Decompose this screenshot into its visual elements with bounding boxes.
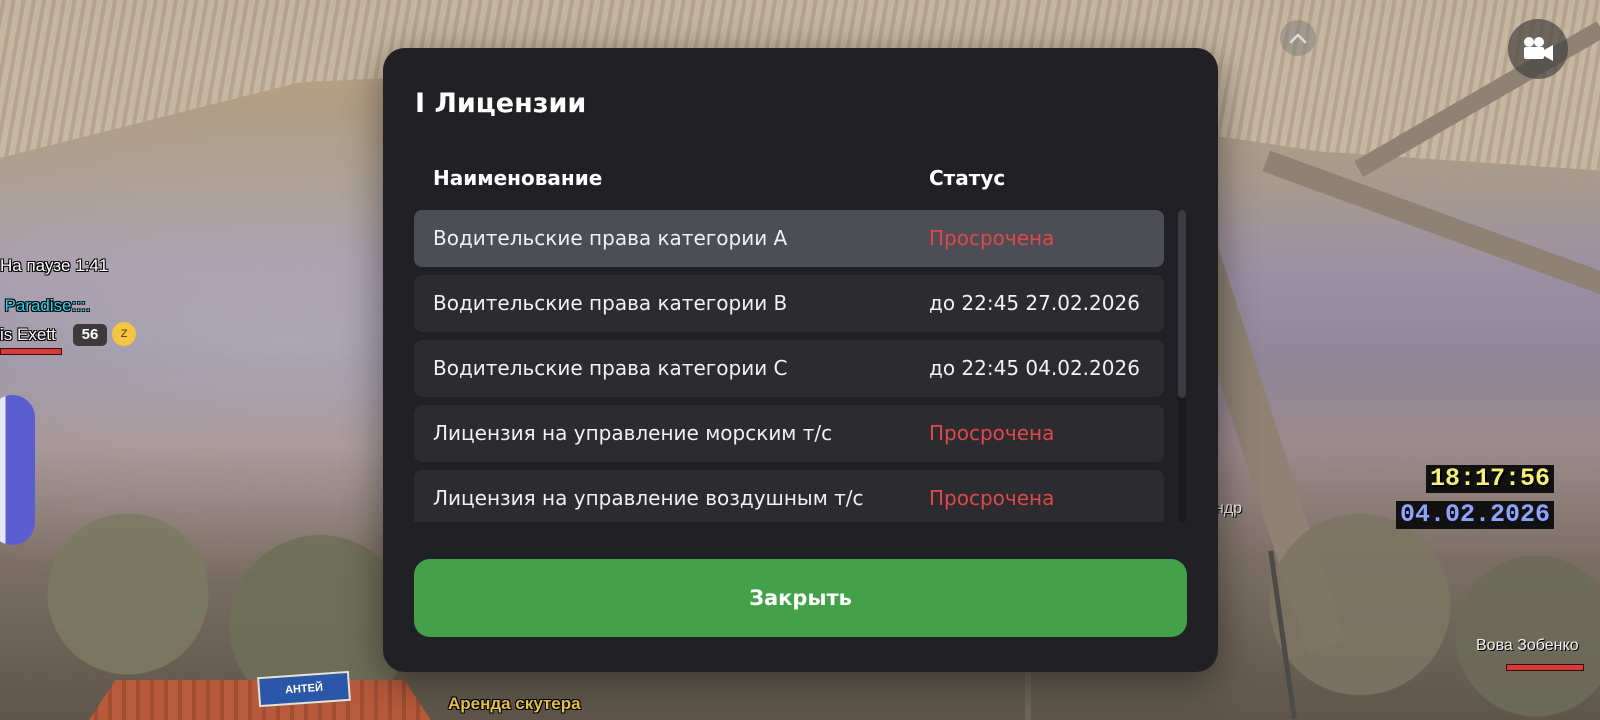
license-row[interactable]: Водительские права категории B до 22:45 … [414, 275, 1164, 332]
license-row[interactable]: Лицензия на управление морским т/с Проср… [414, 405, 1164, 462]
license-name: Лицензия на управление воздушным т/с [433, 486, 864, 510]
player-nametag: is Exett [0, 325, 56, 344]
player-character [0, 395, 35, 545]
license-name: Водительские права категории A [433, 226, 788, 250]
store-sign: АНТЕЙ [257, 670, 351, 708]
player-level-badge: 56 [73, 324, 107, 346]
rental-label: Аренда скутера [448, 694, 581, 713]
game-clock-date: 04.02.2026 [1395, 501, 1554, 529]
camera-button[interactable] [1508, 19, 1568, 79]
modal-title: I Лицензии [415, 88, 587, 119]
license-row[interactable]: Водительские права категории C до 22:45 … [414, 340, 1164, 397]
scrollbar-thumb[interactable] [1178, 210, 1186, 398]
chevron-up-icon [1289, 33, 1307, 44]
close-button[interactable]: Закрыть [414, 559, 1187, 637]
license-status: до 22:45 27.02.2026 [929, 291, 1140, 315]
license-list[interactable]: Водительские права категории A Просрочен… [414, 210, 1169, 522]
license-status: Просрочена [929, 486, 1055, 510]
nearby-player-nametag: Вова Зобенко [1476, 637, 1579, 654]
license-name: Водительские права категории C [433, 356, 788, 380]
roof-beam [1262, 150, 1600, 302]
player-clan: l Paradise:::. [0, 296, 91, 315]
column-header-name: Наименование [433, 166, 603, 190]
license-name: Водительские права категории B [433, 291, 788, 315]
licenses-modal: I Лицензии Наименование Статус Водительс… [383, 48, 1218, 672]
player-health-bar [0, 348, 62, 355]
nearby-player-health-bar [1506, 664, 1584, 671]
pause-status: На паузе 1:41 [0, 256, 109, 275]
license-status: до 22:45 04.02.2026 [929, 356, 1140, 380]
license-row[interactable]: Лицензия на управление воздушным т/с Про… [414, 470, 1164, 522]
license-status: Просрочена [929, 226, 1055, 250]
video-camera-icon [1524, 37, 1553, 61]
scroll-up-button[interactable] [1280, 20, 1316, 56]
partial-nametag: ндр [1215, 500, 1243, 517]
license-name: Лицензия на управление морским т/с [433, 421, 833, 445]
sleeping-emoji-icon: z [112, 322, 136, 346]
column-header-status: Статус [929, 166, 1006, 190]
license-status: Просрочена [929, 421, 1055, 445]
license-row[interactable]: Водительские права категории A Просрочен… [414, 210, 1164, 267]
game-clock-time: 18:17:56 [1425, 465, 1554, 493]
